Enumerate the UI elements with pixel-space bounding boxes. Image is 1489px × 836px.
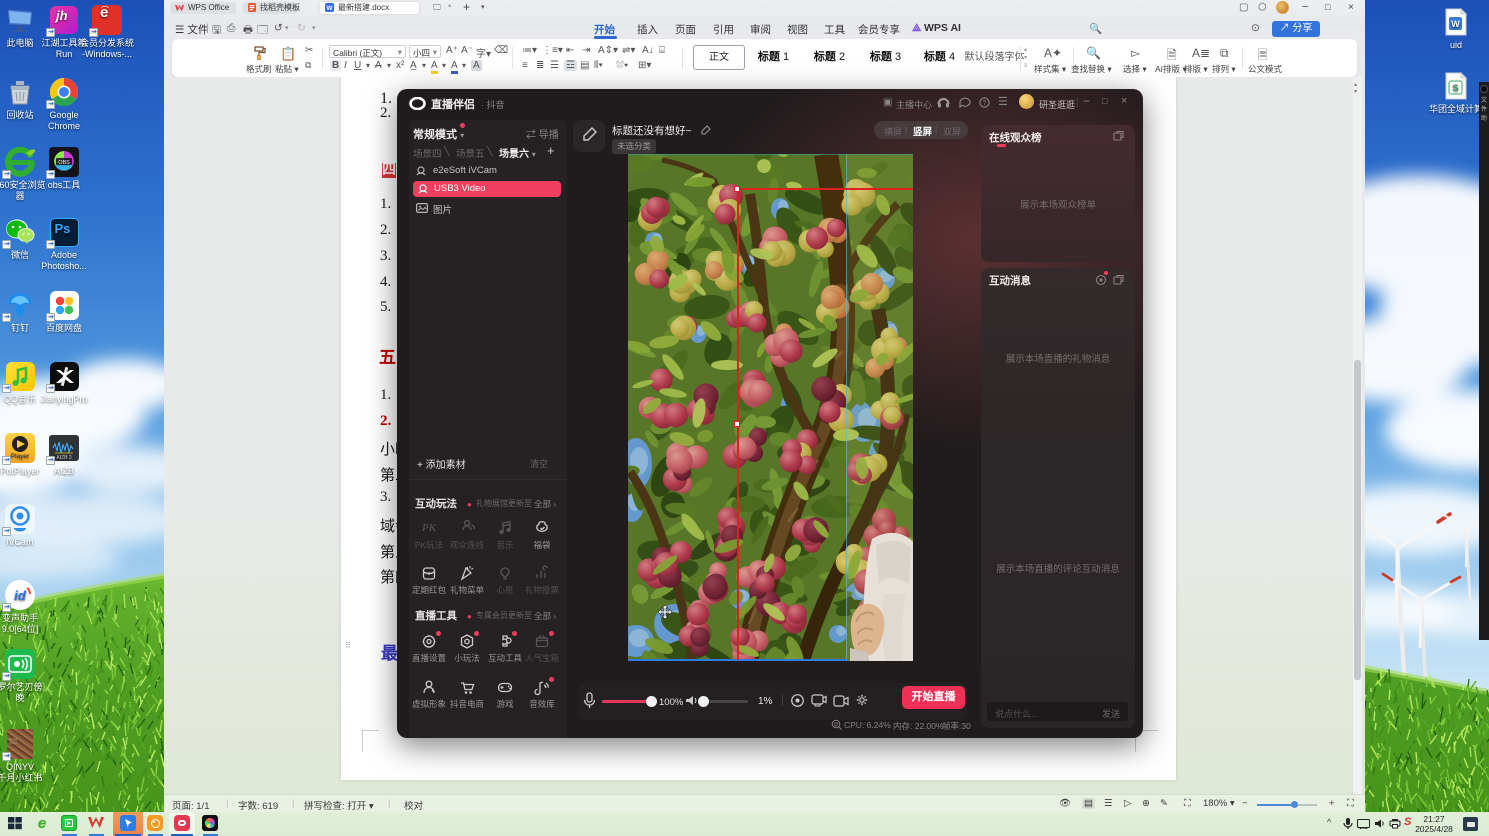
svg-text:?: ? [983,100,987,107]
svg-text:OBS: OBS [58,160,70,166]
svg-text:id: id [14,588,27,603]
svg-text:Player: Player [11,453,30,460]
svg-text:PK: PK [421,522,437,534]
svg-text:W: W [1451,19,1460,29]
svg-text:S: S [1452,83,1458,93]
svg-text:AIZB 3: AIZB 3 [56,455,72,461]
svg-text:@: @ [833,722,838,728]
svg-text:W: W [326,5,333,12]
